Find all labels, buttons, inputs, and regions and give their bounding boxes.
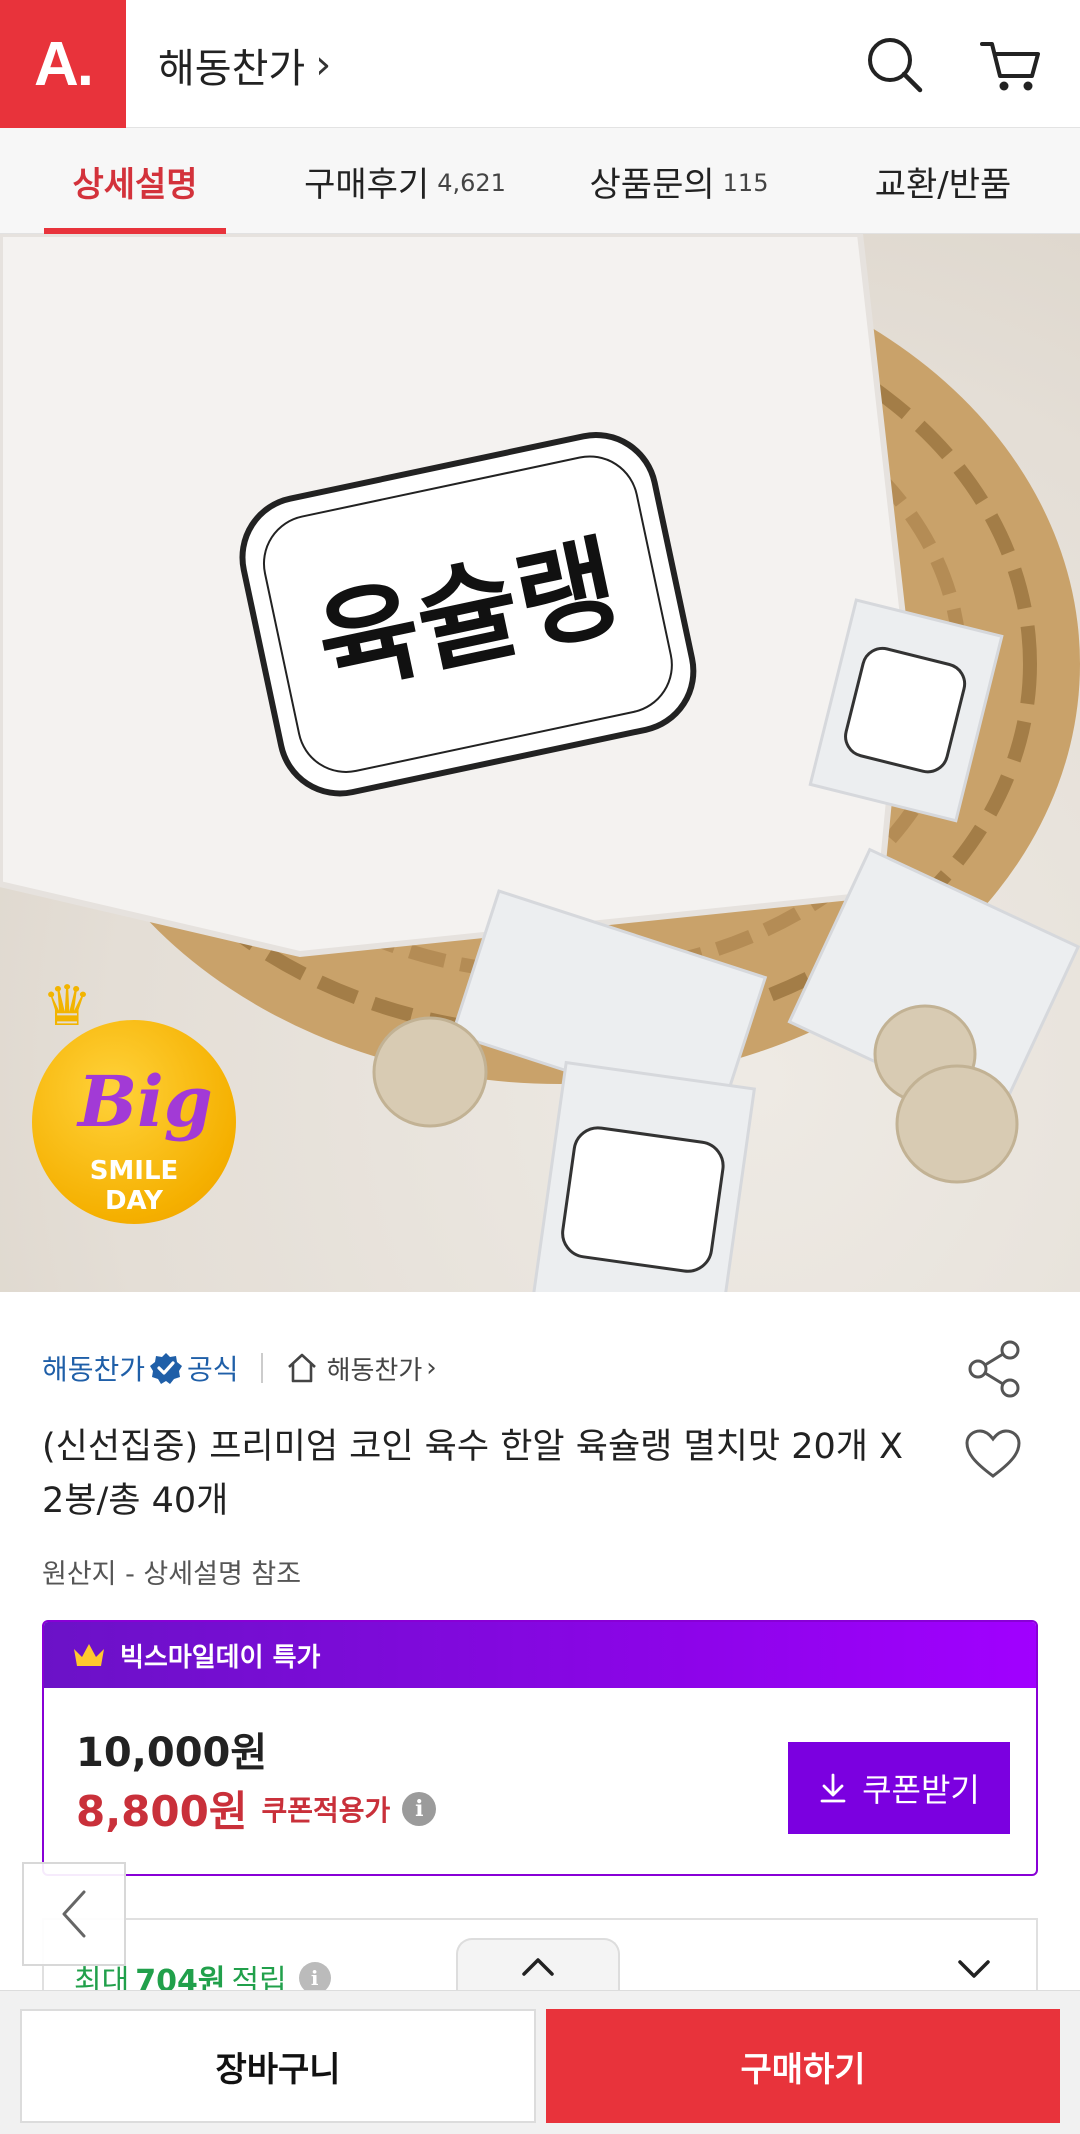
product-title: (신선집중) 프리미엄 코인 육수 한알 육슐랭 멸치맛 20개 X 2봉/총 … xyxy=(42,1427,904,1521)
crown-icon: ♛ xyxy=(42,974,93,1039)
bottom-action-bar: 장바구니 구매하기 xyxy=(0,1990,1080,2134)
expand-purchase-panel-tab[interactable] xyxy=(456,1938,620,1994)
search-icon[interactable] xyxy=(860,30,930,100)
cart-icon[interactable] xyxy=(976,30,1046,100)
heart-icon[interactable] xyxy=(964,1428,1022,1480)
get-coupon-button[interactable]: 쿠폰받기 xyxy=(788,1742,1010,1834)
store-title-text: 해동찬가 xyxy=(158,46,306,92)
chevron-up-icon xyxy=(522,1958,554,1976)
badge-day-text: DAY xyxy=(104,1186,164,1216)
back-button[interactable] xyxy=(22,1862,126,1966)
store-info-row: 해동찬가 공식 해동찬가 › xyxy=(42,1348,437,1388)
promo-label: 빅스마일데이 특가 xyxy=(120,1642,321,1673)
tab-label: 상품문의 xyxy=(589,164,715,205)
tab-label: 상세설명 xyxy=(72,164,198,205)
tab-label: 구매후기 xyxy=(304,164,430,205)
badge-big-text: Big xyxy=(78,1060,213,1143)
coupon-button-label: 쿠폰받기 xyxy=(862,1771,980,1809)
tab-returns[interactable]: 교환/반품 xyxy=(848,128,1038,234)
chevron-right-icon: › xyxy=(426,1353,437,1383)
info-icon[interactable]: i xyxy=(402,1791,437,1826)
tab-inquiries[interactable]: 상품문의 115 xyxy=(574,128,784,234)
promo-header: 빅스마일데이 특가 xyxy=(44,1622,1036,1688)
tab-label: 교환/반품 xyxy=(874,164,1012,205)
sale-price: 8,800원 xyxy=(76,1787,248,1836)
price-box: 빅스마일데이 특가 10,000원 8,800원 쿠폰적용가 i 쿠폰받기 xyxy=(42,1620,1038,1876)
origin-text: 원산지 - 상세설명 참조 xyxy=(42,1559,302,1590)
divider xyxy=(260,1353,263,1383)
store-title-link[interactable]: 해동찬가 › xyxy=(158,36,331,94)
big-smile-day-badge: ♛ Big SMILE DAY xyxy=(32,974,236,1224)
buy-now-button[interactable]: 구매하기 xyxy=(546,2009,1060,2123)
app-header: A. 해동찬가 › xyxy=(0,0,1080,128)
add-to-cart-button[interactable]: 장바구니 xyxy=(20,2009,536,2123)
auction-logo[interactable]: A. xyxy=(0,0,126,128)
tab-count: 4,621 xyxy=(437,169,506,197)
verified-badge-icon xyxy=(150,1353,183,1384)
badge-smile-text: SMILE xyxy=(89,1156,179,1186)
store-name-link[interactable]: 해동찬가 xyxy=(42,1348,145,1388)
tab-reviews[interactable]: 구매후기 4,621 xyxy=(290,128,520,234)
detail-tabs: 상세설명 구매후기 4,621 상품문의 115 교환/반품 xyxy=(0,128,1080,234)
crown-icon xyxy=(74,1644,104,1666)
home-icon[interactable] xyxy=(285,1351,319,1385)
sale-price-label: 쿠폰적용가 xyxy=(261,1793,391,1827)
chevron-right-icon: › xyxy=(315,42,332,88)
original-price: 10,000원 xyxy=(76,1730,268,1776)
sale-price-row: 8,800원 쿠폰적용가 i xyxy=(76,1778,437,1839)
official-label: 공식 xyxy=(187,1353,239,1386)
tab-count: 115 xyxy=(722,169,769,197)
share-icon[interactable] xyxy=(964,1338,1024,1400)
badge-smile-day-text: SMILE DAY xyxy=(32,1156,236,1216)
chevron-left-icon xyxy=(62,1890,86,1938)
chevron-down-icon[interactable] xyxy=(952,1950,996,1990)
tab-details[interactable]: 상세설명 xyxy=(44,128,226,234)
store-home-link[interactable]: 해동찬가 xyxy=(327,1350,423,1387)
download-icon xyxy=(820,1773,846,1803)
